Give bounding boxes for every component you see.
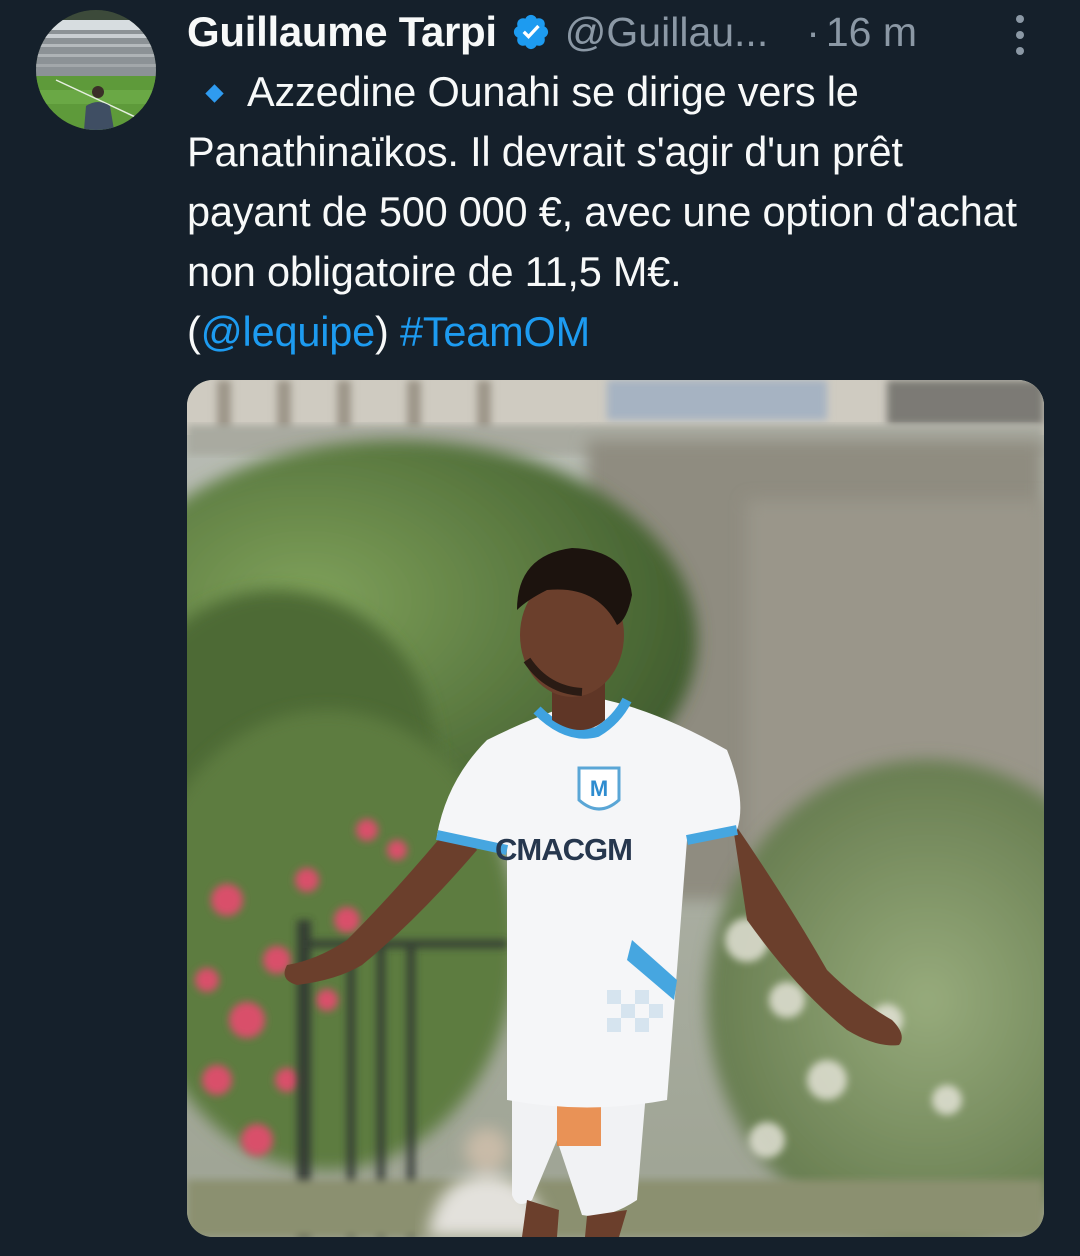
mention-link[interactable]: @lequipe (201, 308, 376, 355)
more-dot (1016, 47, 1024, 55)
svg-text:M: M (590, 776, 608, 801)
author-display-name[interactable]: Guillaume Tarpi (187, 8, 497, 56)
more-dot (1016, 31, 1024, 39)
hashtag-link[interactable]: #TeamOM (400, 308, 590, 355)
time-separator: · (806, 8, 820, 55)
tweet[interactable]: Guillaume Tarpi @Guillau... · 16 m Azzed… (0, 0, 1080, 1256)
paren-close: ) (375, 308, 389, 355)
tweet-header: Guillaume Tarpi @Guillau... · 16 m (187, 6, 1040, 58)
timestamp[interactable]: 16 m (826, 9, 917, 56)
author-handle[interactable]: @Guillau... (565, 9, 768, 56)
paren-open: ( (187, 308, 201, 355)
tweet-text: Azzedine Ounahi se dirige vers le Panath… (187, 62, 1017, 362)
verified-badge-icon (513, 14, 548, 50)
tweet-text-content: Azzedine Ounahi se dirige vers le Panath… (187, 68, 1017, 295)
more-vertical-icon[interactable] (1000, 13, 1040, 57)
player-photo: M CMACGM (187, 380, 1044, 1237)
stadium-photo-avatar-icon (36, 10, 156, 130)
jersey-sponsor-text: CMACGM (495, 832, 632, 867)
more-dot (1016, 15, 1024, 23)
tweet-photo[interactable]: M CMACGM (187, 380, 1044, 1237)
small-blue-diamond-icon (205, 84, 224, 103)
avatar[interactable] (36, 10, 156, 130)
